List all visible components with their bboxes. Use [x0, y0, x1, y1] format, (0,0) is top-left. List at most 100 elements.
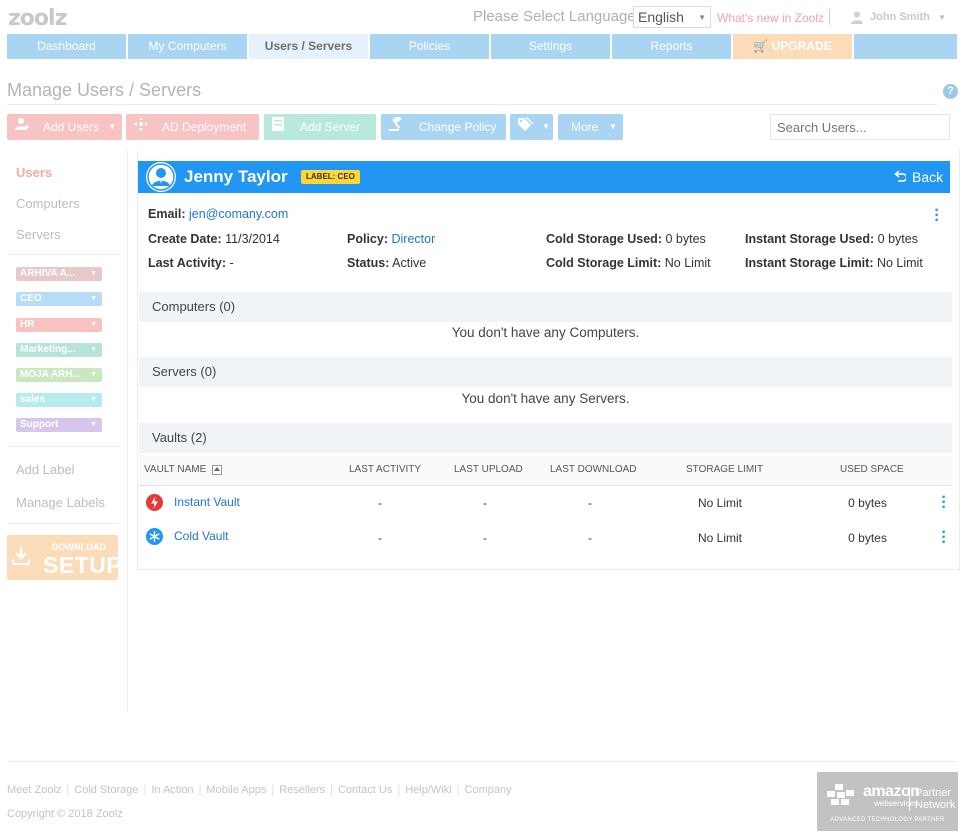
label-name: HR — [20, 319, 35, 330]
sidebar-item-servers[interactable]: Servers — [16, 227, 61, 242]
user-icon — [851, 11, 863, 24]
more-button[interactable]: More ▼ — [558, 114, 623, 140]
column-used-space[interactable]: USED SPACE — [840, 464, 904, 475]
column-last-download[interactable]: LAST DOWNLOAD — [550, 464, 637, 475]
vault-link-instant[interactable]: Instant Vault — [174, 495, 240, 509]
add-users-button[interactable]: Add Users ▼ — [7, 114, 122, 140]
vault-options-icon[interactable]: · · · — [941, 525, 947, 551]
vaults-section-header[interactable]: Vaults (2) — [139, 423, 952, 453]
language-select[interactable]: English ▼ — [633, 6, 711, 28]
tab-dashboard[interactable]: Dashboard — [7, 34, 128, 59]
zoolz-logo[interactable]: zoolz — [8, 6, 67, 31]
vault-options-icon[interactable]: · · · — [941, 490, 947, 516]
vault-link-cold[interactable]: Cold Vault — [174, 529, 228, 543]
vault-last-upload: - — [483, 531, 487, 545]
sidebar-divider — [7, 254, 119, 255]
copyright: Copyright © 2018 Zoolz — [7, 808, 123, 820]
user-options-icon[interactable]: · · · — [934, 203, 940, 229]
status-label: Status: — [347, 256, 390, 270]
vault-last-download: - — [588, 531, 592, 545]
footer-link-in-action[interactable]: In Action — [151, 784, 193, 796]
sidebar-label-support[interactable]: Support ▼ — [16, 418, 102, 432]
chevron-down-icon: ▼ — [90, 270, 97, 277]
column-vault-name[interactable]: VAULT NAME — [144, 464, 223, 475]
column-storage-limit[interactable]: STORAGE LIMIT — [686, 464, 763, 475]
title-divider — [7, 104, 937, 105]
add-server-button[interactable]: Add Server — [264, 114, 376, 140]
tab-extra[interactable] — [854, 34, 957, 59]
sidebar-label-sales[interactable]: sales ▼ — [16, 393, 102, 407]
email-label: Email: — [148, 207, 186, 221]
cold-used-value: 0 bytes — [665, 232, 706, 246]
instant-used-value: 0 bytes — [877, 232, 918, 246]
footer-link-meet-zoolz[interactable]: Meet Zoolz — [7, 784, 61, 796]
footer-separator: | — [143, 784, 147, 796]
footer-link-help-wiki[interactable]: Help/Wiki — [405, 784, 451, 796]
header-divider — [829, 9, 830, 25]
upgrade-label: UPGRADE — [771, 39, 832, 53]
chevron-down-icon[interactable]: ▼ — [938, 13, 946, 22]
user-avatar-icon — [147, 163, 175, 191]
footer-link-contact-us[interactable]: Contact Us — [338, 784, 392, 796]
servers-empty-message: You don't have any Servers. — [461, 391, 630, 406]
tab-settings[interactable]: Settings — [491, 34, 612, 59]
sidebar-label-marketing[interactable]: Marketing... ▼ — [16, 343, 102, 357]
help-icon[interactable]: ? — [943, 84, 958, 99]
sidebar-item-users[interactable]: Users — [16, 165, 52, 180]
servers-section-header[interactable]: Servers (0) — [139, 357, 952, 387]
page-title: Manage Users / Servers — [7, 80, 202, 100]
footer-separator: | — [66, 784, 70, 796]
tab-reports[interactable]: Reports — [612, 34, 733, 59]
email-row: Email: jen@comany.com — [148, 207, 288, 221]
cold-limit-label: Cold Storage Limit: — [546, 256, 662, 270]
tab-policies[interactable]: Policies — [370, 34, 491, 59]
aws-network-word: Network — [915, 799, 956, 811]
sidebar-border — [127, 150, 128, 712]
add-label-link[interactable]: Add Label — [16, 462, 75, 477]
computers-section-header[interactable]: Computers (0) — [139, 292, 952, 322]
sidebar-label-moja[interactable]: MOJA ARH... ▼ — [16, 368, 102, 382]
whats-new-link[interactable]: What's new in Zoolz — [717, 11, 824, 25]
tab-upgrade[interactable]: 🛒 UPGRADE — [733, 34, 854, 59]
footer-link-cold-storage[interactable]: Cold Storage — [74, 784, 138, 796]
ad-deployment-button[interactable]: AD Deployment — [126, 114, 259, 140]
sidebar-label-hr[interactable]: HR ▼ — [16, 318, 102, 332]
policy-link[interactable]: Director — [391, 232, 435, 246]
change-policy-button[interactable]: Change Policy — [381, 114, 506, 140]
back-button[interactable]: Back — [894, 169, 943, 185]
manage-labels-link[interactable]: Manage Labels — [16, 495, 105, 510]
footer-link-resellers[interactable]: Resellers — [279, 784, 325, 796]
more-label: More — [571, 120, 599, 134]
policy-label: Policy: — [347, 232, 388, 246]
user-menu[interactable]: John Smith — [850, 10, 930, 24]
aws-partner-badge[interactable]: amazon webservices Partner Network ADVANC… — [817, 772, 958, 831]
footer-divider — [7, 761, 958, 762]
create-date-label: Create Date: — [148, 232, 222, 246]
email-link[interactable]: jen@comany.com — [189, 207, 288, 221]
sidebar-label-ceo[interactable]: CEO ▼ — [16, 292, 102, 306]
column-last-upload[interactable]: LAST UPLOAD — [454, 464, 523, 475]
sidebar-item-computers[interactable]: Computers — [16, 196, 80, 211]
footer-link-mobile-apps[interactable]: Mobile Apps — [206, 784, 266, 796]
vaults-table-header — [139, 455, 952, 485]
tag-button[interactable]: ▼ — [510, 114, 553, 140]
tab-users-servers[interactable]: Users / Servers — [249, 34, 370, 59]
chevron-down-icon: ▼ — [698, 12, 706, 22]
footer-link-company[interactable]: Company — [465, 784, 512, 796]
chevron-down-icon: ▼ — [90, 371, 97, 378]
vault-last-download: - — [588, 496, 592, 510]
download-icon — [12, 547, 30, 565]
user-full-name: Jenny Taylor — [184, 167, 288, 186]
sidebar-divider — [7, 446, 119, 447]
back-label: Back — [912, 169, 944, 185]
sort-icon[interactable] — [212, 464, 223, 475]
search-users-input[interactable] — [770, 114, 950, 140]
chevron-down-icon: ▼ — [90, 321, 97, 328]
cold-limit-value: No Limit — [664, 256, 711, 270]
sidebar-label-arhiva[interactable]: ARHIVA A... ▼ — [16, 267, 102, 281]
add-user-icon — [15, 114, 29, 140]
tab-my-computers[interactable]: My Computers — [128, 34, 249, 59]
aws-tagline: ADVANCED TECHNOLOGY PARTNER — [830, 817, 945, 823]
column-last-activity[interactable]: LAST ACTIVITY — [349, 464, 421, 475]
download-setup-button[interactable]: DOWNLOAD SETUP — [7, 535, 122, 580]
